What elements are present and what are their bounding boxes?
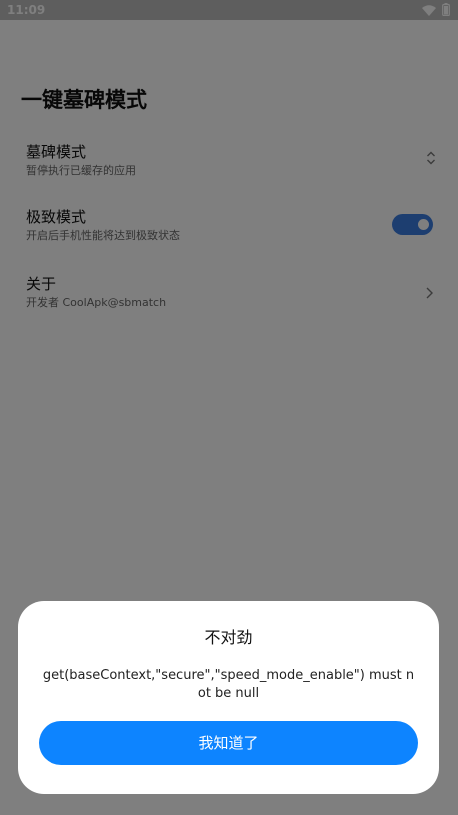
dialog-message: get(baseContext,"secure","speed_mode_ena… (42, 668, 415, 701)
acknowledge-button[interactable]: 我知道了 (39, 721, 418, 765)
dialog-title: 不对劲 (204, 628, 253, 647)
error-dialog: 不对劲 get(baseContext,"secure","speed_mode… (18, 601, 439, 794)
